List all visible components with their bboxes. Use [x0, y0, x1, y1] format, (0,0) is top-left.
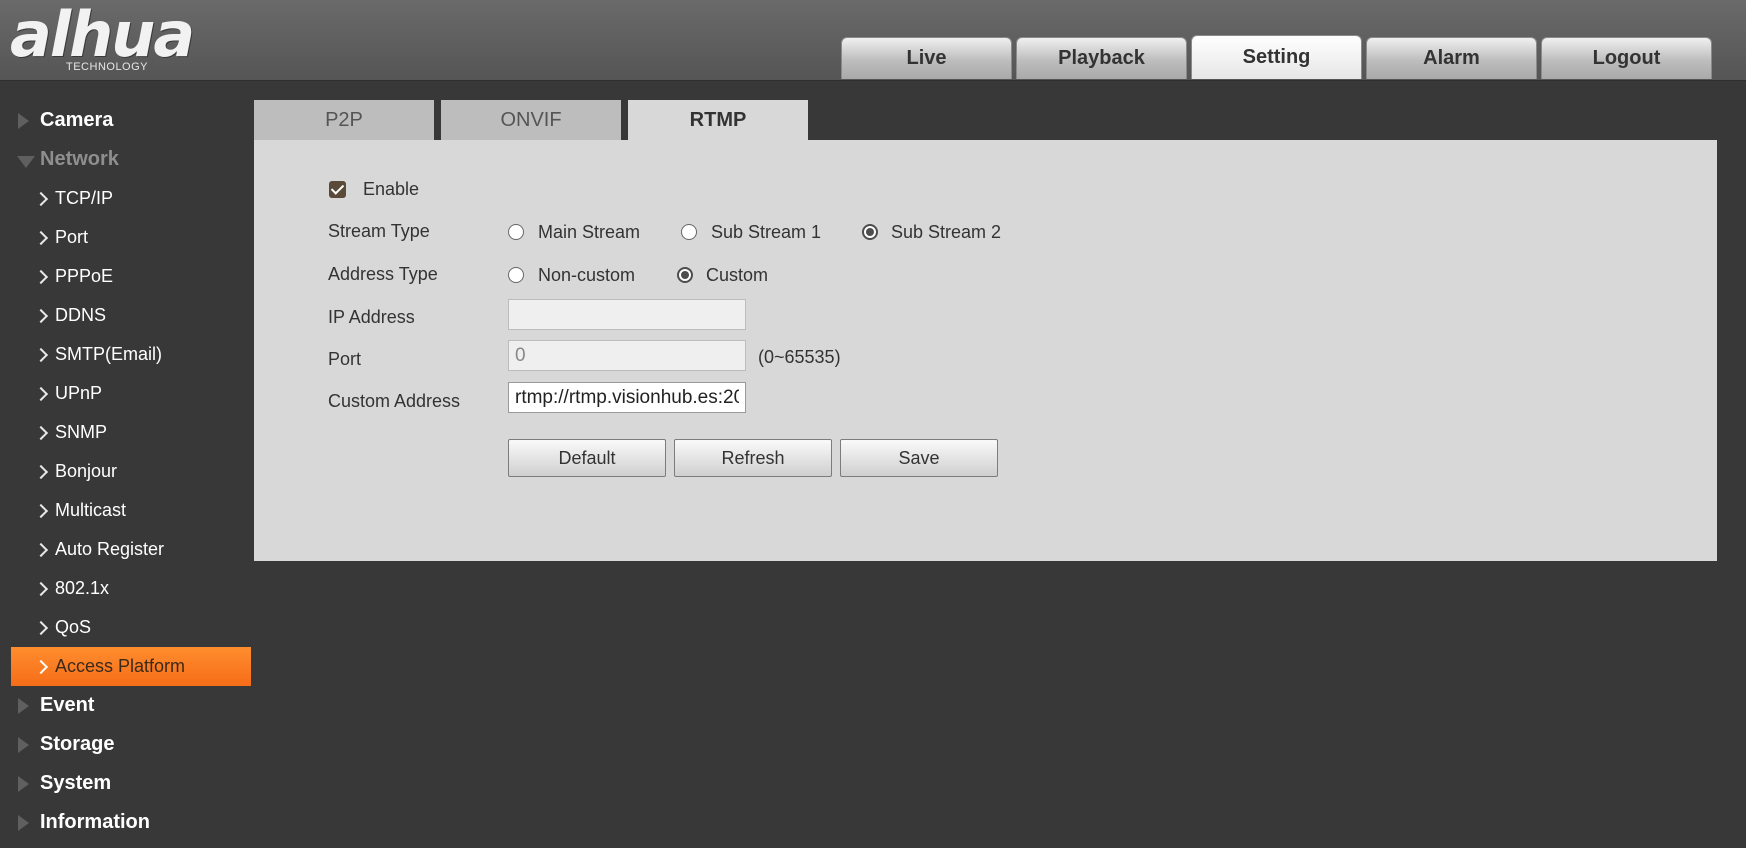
sidebar-item-network[interactable]: Network — [11, 140, 251, 179]
sidebar-category-label: Information — [40, 811, 150, 833]
sub-stream-2-radio[interactable] — [862, 224, 878, 240]
sidebar-item-label: TCP/IP — [55, 188, 114, 208]
sidebar-category-label: Camera — [40, 109, 114, 131]
sidebar-item-auto-register[interactable]: Auto Register — [11, 530, 251, 569]
enable-checkbox[interactable] — [329, 181, 346, 198]
sidebar-item-access-platform[interactable]: Access Platform — [11, 647, 251, 686]
port-range-hint: (0~65535) — [758, 347, 841, 367]
sidebar-item-label: Port — [55, 227, 89, 247]
nav-tab-setting[interactable]: Setting — [1191, 35, 1362, 79]
sidebar-item-label: UPnP — [55, 383, 103, 403]
chevron-right-icon — [33, 425, 49, 441]
ip-address-input[interactable] — [508, 299, 746, 330]
sidebar-item-upnp[interactable]: UPnP — [11, 374, 251, 413]
ip-address-label: IP Address — [328, 307, 415, 327]
sidebar-item-label: Multicast — [55, 500, 127, 520]
sidebar-item-8021x[interactable]: 802.1x — [11, 569, 251, 608]
nav-tab-live[interactable]: Live — [841, 37, 1012, 79]
chevron-right-icon — [33, 620, 49, 636]
main-stream-radio[interactable] — [508, 224, 524, 240]
nav-tab-logout[interactable]: Logout — [1541, 37, 1712, 79]
port-label: Port — [328, 349, 362, 369]
settings-sidebar: Camera Network TCP/IP Port PPPoE DDNS SM… — [11, 101, 251, 842]
sidebar-item-storage[interactable]: Storage — [11, 725, 251, 764]
chevron-right-icon — [33, 581, 49, 597]
custom-radio[interactable] — [677, 267, 693, 283]
sidebar-item-label: DDNS — [55, 305, 107, 325]
access-platform-tabs: P2P ONVIF RTMP — [254, 100, 808, 140]
header-bar: alhua TECHNOLOGY Live Playback Setting A… — [0, 0, 1746, 81]
nav-tab-alarm[interactable]: Alarm — [1366, 37, 1537, 79]
non-custom-radio[interactable] — [508, 267, 524, 283]
sidebar-item-label: PPPoE — [55, 266, 114, 286]
sidebar-item-camera[interactable]: Camera — [11, 101, 251, 140]
default-button[interactable]: Default — [508, 439, 666, 477]
chevron-right-icon — [33, 308, 49, 324]
sidebar-item-ddns[interactable]: DDNS — [11, 296, 251, 335]
top-navigation: Live Playback Setting Alarm Logout — [841, 35, 1712, 79]
sidebar-item-bonjour[interactable]: Bonjour — [11, 452, 251, 491]
save-button[interactable]: Save — [840, 439, 998, 477]
sidebar-item-label: QoS — [55, 617, 92, 637]
sub-stream-1-label: Sub Stream 1 — [711, 222, 822, 242]
sidebar-item-information[interactable]: Information — [11, 803, 251, 842]
sidebar-item-smtp[interactable]: SMTP(Email) — [11, 335, 251, 374]
sub-stream-1-radio[interactable] — [681, 224, 697, 240]
chevron-right-icon — [33, 230, 49, 246]
collapsed-triangle-icon — [18, 737, 29, 753]
chevron-right-icon — [33, 503, 49, 519]
sidebar-item-label: 802.1x — [55, 578, 110, 598]
non-custom-label: Non-custom — [538, 265, 636, 285]
port-input[interactable] — [508, 340, 746, 371]
sidebar-item-qos[interactable]: QoS — [11, 608, 251, 647]
custom-address-input[interactable] — [508, 382, 746, 413]
sidebar-item-snmp[interactable]: SNMP — [11, 413, 251, 452]
sidebar-item-event[interactable]: Event — [11, 686, 251, 725]
enable-label: Enable — [363, 179, 420, 199]
address-type-label: Address Type — [328, 264, 438, 284]
custom-address-label: Custom Address — [328, 391, 461, 411]
nav-tab-playback[interactable]: Playback — [1016, 37, 1187, 79]
logo-wordmark: alhua — [10, 0, 195, 71]
refresh-button[interactable]: Refresh — [674, 439, 832, 477]
sidebar-item-multicast[interactable]: Multicast — [11, 491, 251, 530]
sidebar-item-tcpip[interactable]: TCP/IP — [11, 179, 251, 218]
sidebar-item-pppoe[interactable]: PPPoE — [11, 257, 251, 296]
logo-subtitle: TECHNOLOGY — [66, 61, 149, 73]
stream-type-label: Stream Type — [328, 221, 430, 241]
sidebar-item-label: Bonjour — [55, 461, 118, 481]
chevron-right-icon — [33, 347, 49, 363]
custom-label: Custom — [706, 265, 769, 285]
sub-stream-2-label: Sub Stream 2 — [891, 222, 1002, 242]
chevron-right-icon — [33, 269, 49, 285]
tab-rtmp[interactable]: RTMP — [628, 100, 808, 140]
collapsed-triangle-icon — [18, 113, 29, 129]
sidebar-category-label: Storage — [40, 733, 115, 755]
collapsed-triangle-icon — [18, 698, 29, 714]
rtmp-settings-panel: Enable Stream Type Main Stream Sub Strea… — [254, 140, 1717, 561]
sidebar-category-label: Event — [40, 694, 95, 716]
sidebar-item-system[interactable]: System — [11, 764, 251, 803]
tab-onvif[interactable]: ONVIF — [441, 100, 621, 140]
sidebar-item-label: Access Platform — [55, 656, 186, 676]
chevron-right-icon — [33, 659, 49, 675]
chevron-right-icon — [33, 191, 49, 207]
chevron-right-icon — [33, 464, 49, 480]
collapsed-triangle-icon — [18, 815, 29, 831]
sidebar-category-label: System — [40, 772, 112, 794]
expanded-triangle-icon — [17, 156, 35, 168]
tab-p2p[interactable]: P2P — [254, 100, 434, 140]
sidebar-item-port[interactable]: Port — [11, 218, 251, 257]
sidebar-category-label: Network — [40, 148, 119, 170]
dahua-logo: alhua TECHNOLOGY — [10, 0, 225, 76]
chevron-right-icon — [33, 386, 49, 402]
sidebar-item-label: Auto Register — [55, 539, 165, 559]
sidebar-item-label: SNMP — [55, 422, 108, 442]
sidebar-item-label: SMTP(Email) — [55, 344, 162, 364]
main-stream-label: Main Stream — [538, 222, 641, 242]
collapsed-triangle-icon — [18, 776, 29, 792]
chevron-right-icon — [33, 542, 49, 558]
